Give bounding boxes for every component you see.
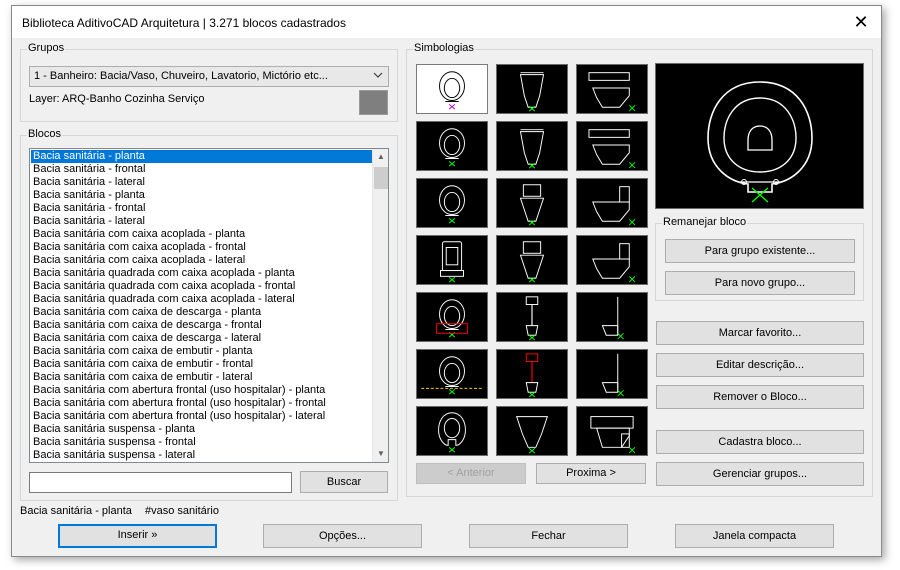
move-new-group-button[interactable]: Para novo grupo... (665, 271, 855, 295)
favorite-button[interactable]: Marcar favorito... (656, 321, 864, 345)
layer-label: Layer: ARQ-Banho Cozinha Serviço (29, 93, 205, 105)
toilet-hospital-side-icon[interactable] (576, 406, 648, 456)
list-item[interactable]: Bacia sanitária - frontal (31, 163, 372, 176)
list-item[interactable]: Bacia sanitária quadrada com caixa acopl… (31, 267, 372, 280)
list-item[interactable]: Bacia sanitária - lateral (31, 176, 372, 189)
list-item[interactable]: Bacia sanitária com caixa acoplada - pla… (31, 228, 372, 241)
toilet-embed-front-icon[interactable] (496, 349, 568, 399)
search-button[interactable]: Buscar (300, 471, 388, 493)
list-item[interactable]: Bacia sanitária quadrada com caixa acopl… (31, 280, 372, 293)
register-block-button[interactable]: Cadastra bloco... (656, 430, 864, 454)
list-item[interactable]: Bacia sanitária suspensa - planta (31, 423, 372, 436)
scrollbar-thumb[interactable] (374, 167, 388, 189)
grupo-select[interactable]: 1 - Banheiro: Bacia/Vaso, Chuveiro, Lava… (29, 66, 389, 87)
list-item[interactable]: Bacia sanitária com caixa de embutir - l… (31, 371, 372, 384)
toilet-front-icon[interactable] (496, 64, 568, 114)
list-item[interactable]: Bacia sanitária com caixa de descarga - … (31, 332, 372, 345)
blocos-list[interactable]: Bacia sanitária - planta Bacia sanitária … (29, 148, 389, 463)
toilet-embed-plan-icon[interactable] (416, 349, 488, 399)
chevron-down-icon (373, 72, 383, 78)
toilet-flush-side-icon[interactable] (576, 292, 648, 342)
list-item[interactable]: Bacia sanitária com caixa de descarga - … (31, 306, 372, 319)
list-item[interactable]: Bacia sanitária com abertura frontal (us… (31, 397, 372, 410)
toilet-hospital-front-icon[interactable] (496, 406, 568, 456)
previous-page-button[interactable]: < Anterior (416, 463, 526, 484)
toilet-tank-plan-icon[interactable] (416, 178, 488, 228)
edit-description-button[interactable]: Editar descrição... (656, 353, 864, 377)
compact-window-button[interactable]: Janela compacta (675, 524, 834, 548)
list-item[interactable]: Bacia sanitária - lateral (31, 215, 372, 228)
list-item[interactable]: Bacia sanitária com caixa de embutir - p… (31, 345, 372, 358)
toilet-embed-side-icon[interactable] (576, 349, 648, 399)
close-icon[interactable]: ✕ (851, 12, 871, 32)
toilet-flush-front-icon[interactable] (496, 292, 568, 342)
list-item[interactable]: Bacia sanitária com caixa de descarga - … (31, 319, 372, 332)
toilet-flush-plan-icon[interactable] (416, 292, 488, 342)
list-item[interactable]: Bacia sanitária com caixa acoplada - lat… (31, 254, 372, 267)
options-button[interactable]: Opções... (263, 524, 422, 548)
list-item[interactable]: Bacia sanitária suspensa - frontal (31, 436, 372, 449)
close-button[interactable]: Fechar (469, 524, 628, 548)
move-existing-group-button[interactable]: Para grupo existente... (665, 239, 855, 263)
toilet-tank-side-icon[interactable] (576, 178, 648, 228)
insert-button[interactable]: Inserir » (58, 524, 217, 548)
toilet-preview-icon (707, 81, 813, 203)
toilet-square-plan-icon[interactable] (416, 235, 488, 285)
next-page-button[interactable]: Proxima > (536, 463, 646, 484)
scroll-up-icon[interactable]: ▲ (373, 149, 388, 165)
block-preview (655, 63, 864, 209)
blocos-label: Blocos (27, 128, 63, 140)
toilet-tank-front-icon[interactable] (496, 178, 568, 228)
list-item[interactable]: Bacia sanitária com abertura frontal (us… (31, 384, 372, 397)
selected-block-tag: #vaso sanitário (145, 505, 219, 517)
toilet-side-icon[interactable] (576, 64, 648, 114)
remove-block-button[interactable]: Remover o Bloco... (656, 385, 864, 409)
title-bar: Biblioteca AditivoCAD Arquitetura | 3.27… (12, 6, 881, 38)
toilet-front-icon[interactable] (496, 121, 568, 171)
list-item[interactable]: Bacia sanitária - planta (31, 150, 372, 163)
scroll-down-icon[interactable]: ▼ (373, 446, 388, 462)
toilet-square-front-icon[interactable] (496, 235, 568, 285)
list-item[interactable]: Bacia sanitária - frontal (31, 202, 372, 215)
list-item[interactable]: Bacia sanitária suspensa - lateral (31, 449, 372, 462)
toilet-square-side-icon[interactable] (576, 235, 648, 285)
simbologias-label: Simbologias (413, 42, 475, 54)
grupo-select-value: 1 - Banheiro: Bacia/Vaso, Chuveiro, Lava… (34, 70, 328, 82)
toilet-hospital-plan-icon[interactable] (416, 406, 488, 456)
list-item[interactable]: Bacia sanitária - planta (31, 189, 372, 202)
list-item[interactable]: Bacia sanitária com abertura frontal (us… (31, 410, 372, 423)
toilet-plan-icon[interactable] (416, 64, 488, 114)
toilet-side-icon[interactable] (576, 121, 648, 171)
toilet-plan-icon[interactable] (416, 121, 488, 171)
selected-block-name: Bacia sanitária - planta (20, 505, 132, 517)
list-scrollbar[interactable]: ▲ ▼ (372, 149, 388, 462)
list-item[interactable]: Bacia sanitária quadrada com caixa acopl… (31, 293, 372, 306)
layer-color-swatch[interactable] (359, 90, 388, 115)
list-item[interactable]: Bacia sanitária com caixa acoplada - fro… (31, 241, 372, 254)
remanejar-label: Remanejar bloco (662, 216, 748, 228)
search-input[interactable] (29, 472, 292, 493)
manage-groups-button[interactable]: Gerenciar grupos... (656, 462, 864, 486)
list-item[interactable]: Bacia sanitária com caixa de embutir - f… (31, 358, 372, 371)
window-title: Biblioteca AditivoCAD Arquitetura | 3.27… (22, 16, 346, 30)
grupos-label: Grupos (27, 42, 66, 54)
